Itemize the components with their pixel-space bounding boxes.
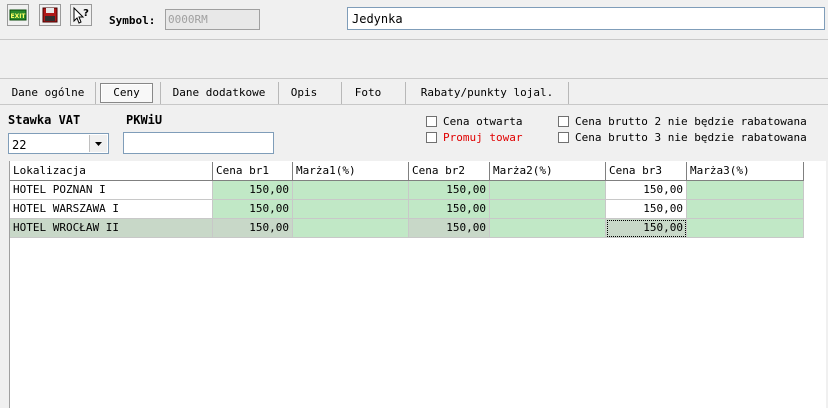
brutto3-checkbox[interactable] bbox=[558, 132, 569, 143]
tab-separator bbox=[568, 82, 569, 104]
table-cell-marza3[interactable] bbox=[687, 181, 804, 200]
promuj-towar-checkbox[interactable] bbox=[426, 132, 437, 143]
table-cell-cena-br2[interactable]: 150,00 bbox=[409, 181, 490, 200]
tab-separator bbox=[160, 82, 161, 104]
column-header-marza1[interactable]: Marża1(%) bbox=[293, 162, 409, 181]
table-row-lokalizacja[interactable]: HOTEL WARSZAWA I bbox=[10, 200, 213, 219]
pkwiu-label: PKWiU bbox=[126, 113, 163, 127]
tabs-divider-top bbox=[0, 78, 828, 79]
symbol-label: Symbol: bbox=[109, 14, 156, 27]
stawka-vat-select[interactable]: 22 bbox=[8, 133, 109, 154]
tabs-divider-bottom bbox=[0, 104, 828, 105]
table-cell-cena-br3[interactable]: 150,00 bbox=[606, 181, 687, 200]
table-cell-cena-br2[interactable]: 150,00 bbox=[409, 200, 490, 219]
brutto3-label: Cena brutto 3 nie będzie rabatowana bbox=[575, 131, 807, 144]
stawka-vat-label: Stawka VAT bbox=[8, 113, 81, 127]
svg-text:EXIT: EXIT bbox=[10, 13, 26, 20]
table-cell-cena-br1[interactable]: 150,00 bbox=[213, 200, 293, 219]
promuj-towar-label: Promuj towar bbox=[443, 131, 523, 144]
brutto2-checkbox[interactable] bbox=[558, 116, 569, 127]
exit-button[interactable]: EXIT bbox=[7, 4, 29, 26]
table-cell-marza1[interactable] bbox=[293, 200, 409, 219]
table-cell-cena-br1[interactable]: 150,00 bbox=[213, 181, 293, 200]
table-cell-marza2[interactable] bbox=[490, 200, 606, 219]
table-row-lokalizacja[interactable]: HOTEL POZNAN I bbox=[10, 181, 213, 200]
table-cell-cena-br3[interactable]: 150,00 bbox=[606, 200, 687, 219]
pkwiu-input[interactable] bbox=[123, 132, 274, 154]
toolbar-divider bbox=[0, 39, 828, 40]
chevron-down-icon[interactable] bbox=[89, 135, 107, 152]
tab-separator bbox=[95, 82, 96, 104]
column-header-cena-br1[interactable]: Cena br1 bbox=[213, 162, 293, 181]
brutto2-label: Cena brutto 2 nie będzie rabatowana bbox=[575, 115, 807, 128]
table-cell-marza2[interactable] bbox=[490, 181, 606, 200]
column-header-lokalizacja[interactable]: Lokalizacja bbox=[10, 162, 213, 181]
symbol-input[interactable]: 0000RM bbox=[165, 9, 260, 30]
help-button[interactable]: ? bbox=[70, 4, 92, 26]
table-cell-marza2[interactable] bbox=[490, 219, 606, 238]
column-header-cena-br2[interactable]: Cena br2 bbox=[409, 162, 490, 181]
table-cell-cena-br1[interactable]: 150,00 bbox=[213, 219, 293, 238]
cena-otwarta-checkbox[interactable] bbox=[426, 116, 437, 127]
stawka-vat-value: 22 bbox=[12, 138, 27, 152]
tab-rabaty[interactable]: Rabaty/punkty lojal. bbox=[412, 82, 562, 104]
table-row-lokalizacja[interactable]: HOTEL WROCŁAW II bbox=[10, 219, 213, 238]
tab-dane-ogolne[interactable]: Dane ogólne bbox=[3, 82, 93, 104]
table-cell-marza1[interactable] bbox=[293, 181, 409, 200]
exit-icon: EXIT bbox=[9, 9, 27, 21]
price-grid[interactable]: Lokalizacja Cena br1 Marża1(%) Cena br2 … bbox=[9, 161, 826, 408]
column-header-marza3[interactable]: Marża3(%) bbox=[687, 162, 804, 181]
column-header-marza2[interactable]: Marża2(%) bbox=[490, 162, 606, 181]
table-cell-marza3[interactable] bbox=[687, 219, 804, 238]
cena-otwarta-label: Cena otwarta bbox=[443, 115, 523, 128]
table-cell-cena-br3-focused[interactable]: 150,00 bbox=[606, 219, 687, 238]
tab-separator bbox=[278, 82, 279, 104]
table-cell-cena-br2[interactable]: 150,00 bbox=[409, 219, 490, 238]
tab-foto[interactable]: Foto bbox=[346, 82, 390, 104]
save-button[interactable] bbox=[39, 4, 61, 26]
tab-ceny[interactable]: Ceny bbox=[100, 83, 153, 103]
floppy-disk-icon bbox=[42, 7, 58, 23]
tab-separator bbox=[405, 82, 406, 104]
help-pointer-icon: ? bbox=[73, 6, 89, 24]
tab-opis[interactable]: Opis bbox=[282, 82, 326, 104]
tab-dane-dodatkowe[interactable]: Dane dodatkowe bbox=[165, 82, 273, 104]
column-header-cena-br3[interactable]: Cena br3 bbox=[606, 162, 687, 181]
tab-separator bbox=[341, 82, 342, 104]
svg-text:?: ? bbox=[83, 8, 89, 19]
product-name-input[interactable]: Jedynka bbox=[347, 7, 825, 30]
table-cell-marza1[interactable] bbox=[293, 219, 409, 238]
table-cell-marza3[interactable] bbox=[687, 200, 804, 219]
